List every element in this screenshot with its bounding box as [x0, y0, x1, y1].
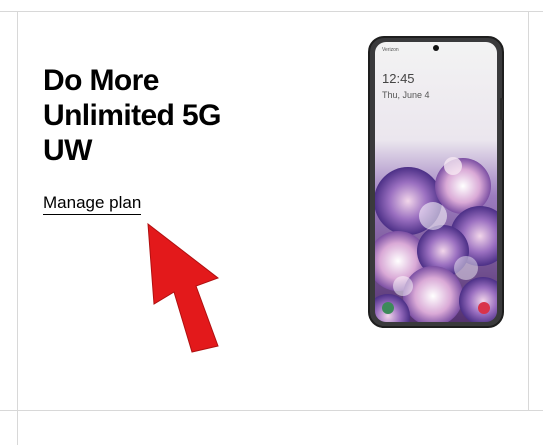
top-divider — [0, 11, 543, 12]
manage-plan-link[interactable]: Manage plan — [43, 193, 142, 215]
phone-date: Thu, June 4 — [382, 90, 430, 100]
annotation-arrow-icon — [147, 222, 220, 353]
left-divider — [17, 11, 18, 445]
phone-carrier: Verizon — [382, 47, 399, 53]
right-divider — [528, 11, 529, 411]
bottom-divider — [0, 410, 543, 411]
phone-time: 12:45 — [382, 71, 415, 86]
phone-image: Verizon 12:45 Thu, June 4 — [368, 36, 504, 328]
plan-title: Do More Unlimited 5G UW — [43, 64, 221, 167]
plan-page: Do More Unlimited 5G UW Manage plan Veri… — [0, 0, 543, 445]
